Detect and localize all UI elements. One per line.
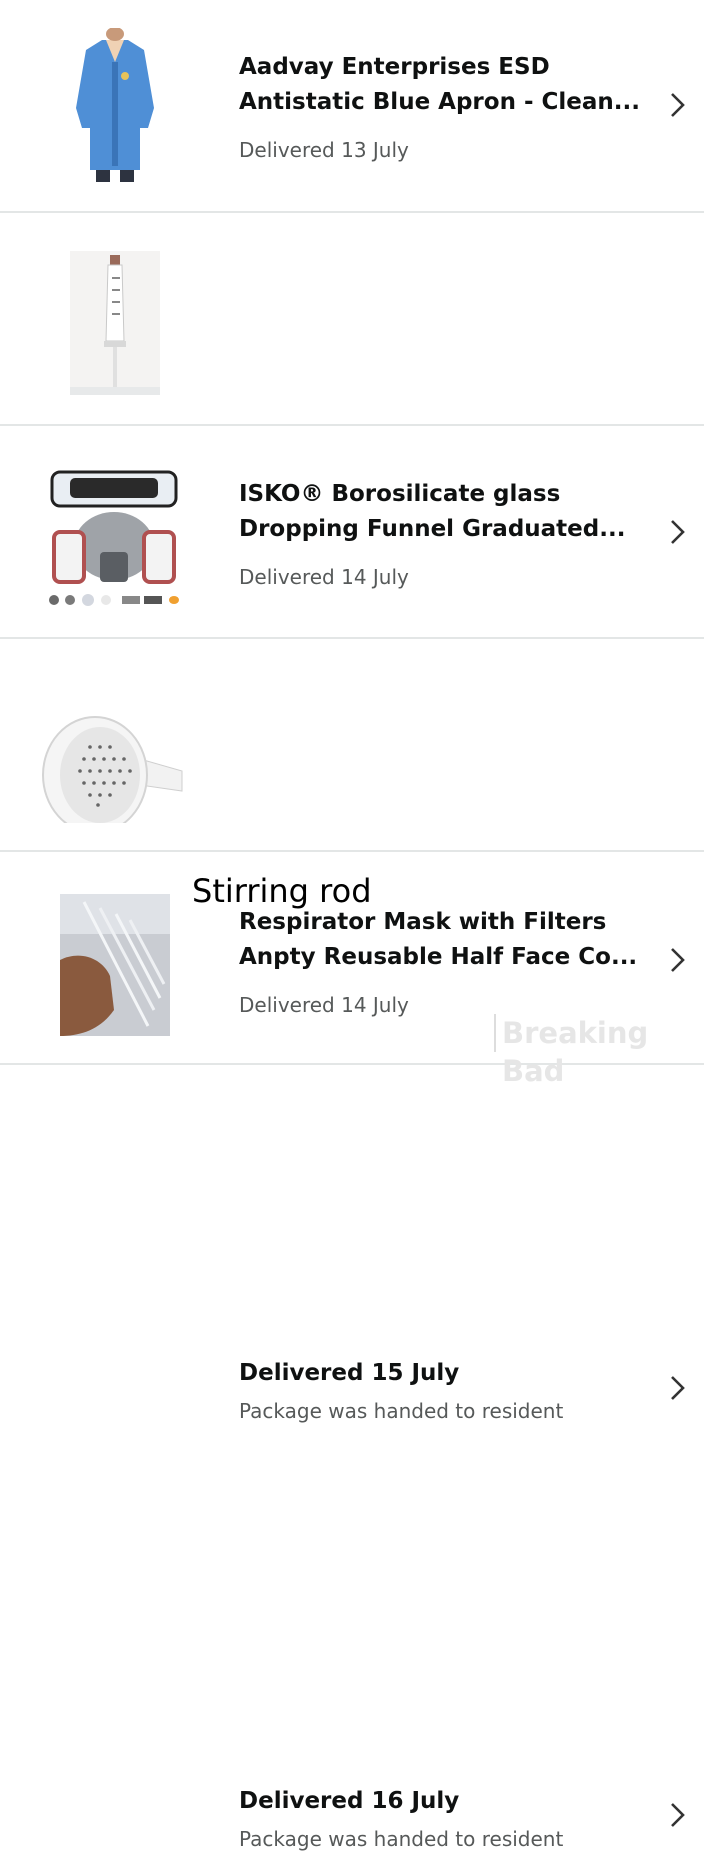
chevron-right-icon[interactable] [664,1373,690,1403]
delivery-heading: Delivered 15 July [239,1360,460,1386]
order-row[interactable]: Aadvay Enterprises ESD Antistatic Blue A… [0,0,704,213]
product-image-lab-coat [40,28,190,184]
chevron-right-icon[interactable] [664,90,690,120]
chevron-right-icon[interactable] [664,1800,690,1830]
order-row[interactable]: Respirator Mask with Filters Anpty Reusa… [0,426,704,1017]
delivery-note: Package was handed to resident [239,1399,564,1423]
product-image-buchner-funnel [40,667,190,823]
product-image-respirator-mask [40,454,190,610]
overlay-caption: Stirring rod [192,872,372,910]
order-title-line1: Aadvay Enterprises ESD [239,54,550,80]
product-image-dropping-funnel [40,241,190,397]
order-row[interactable]: Delivered 15 July Package was handed to … [0,639,704,1423]
delivery-status: Delivered 13 July [239,138,409,162]
delivery-note: Package was handed to resident [239,1827,564,1851]
delivery-heading: Delivered 16 July [239,1788,460,1814]
watermark: Breaking Bad [494,1014,704,1088]
product-image-stirring-rod [40,880,190,1036]
order-row[interactable]: ISKO® Borosilicate glass Dropping Funnel… [0,213,704,589]
order-title-line2: Antistatic Blue Apron - Clean... [239,89,639,115]
